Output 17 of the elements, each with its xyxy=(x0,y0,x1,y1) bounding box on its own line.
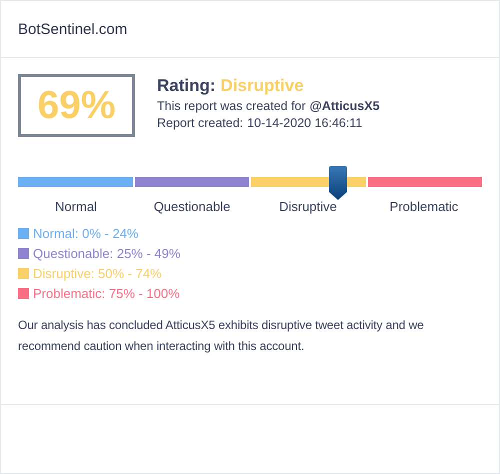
site-title: BotSentinel.com xyxy=(18,20,128,38)
score-box: 69% xyxy=(18,74,135,137)
meter-label: Normal xyxy=(54,199,98,214)
meter-label: Disruptive xyxy=(278,199,338,214)
summary-text: Our analysis has concluded AtticusX5 exhibits disruptive tweet activity and we recommend caution when interacting with this account. xyxy=(18,317,425,355)
legend-text: Normal: 0% - 24% xyxy=(33,226,138,241)
rating-label: Rating: xyxy=(157,76,216,96)
created-label: Report created: xyxy=(157,116,244,130)
legend-text: Questionable: 25% - 49% xyxy=(33,246,180,261)
report-for-text: This report was created for xyxy=(157,99,306,113)
meter-label: Problematic xyxy=(388,199,460,214)
meter-label: Questionable xyxy=(152,199,232,214)
rating-value: Disruptive xyxy=(220,76,304,96)
legend-text: Problematic: 75% - 100% xyxy=(33,286,180,301)
legend-text: Disruptive: 50% - 74% xyxy=(33,266,162,281)
created-value: 10-14-2020 16:46:11 xyxy=(247,116,362,130)
account-handle: @AtticusX5 xyxy=(310,99,380,113)
